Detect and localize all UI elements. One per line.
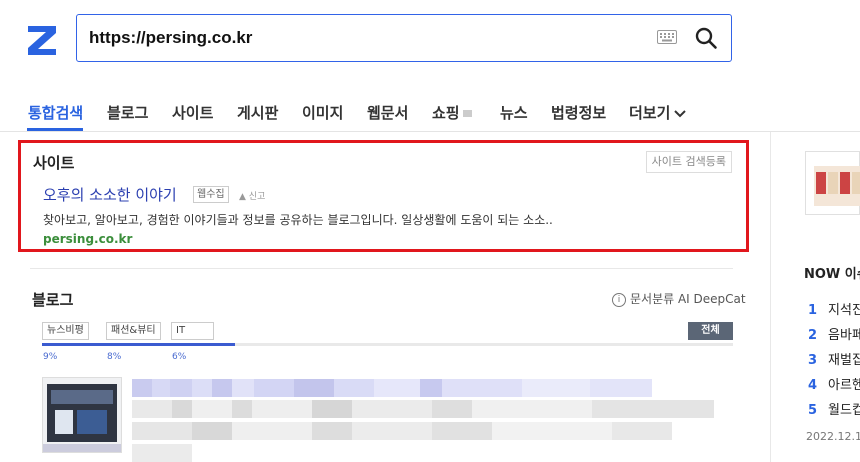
ad-product-image: [814, 166, 860, 206]
site-section: 사이트 사이트 검색등록 오후의 소소한 이야기 웹수집 ▲ 신고 찾아보고, …: [18, 140, 749, 252]
category-progress-fill: [42, 343, 236, 346]
site-register-button[interactable]: 사이트 검색등록: [645, 151, 732, 173]
tab-blog[interactable]: 블로그: [107, 102, 148, 123]
tab-shopping[interactable]: 쇼핑: [432, 102, 472, 123]
rank-text: 지석진: [828, 303, 860, 318]
now-issue-title: NOW 이슈: [804, 267, 860, 282]
blog-section-title: 블로그: [32, 291, 74, 309]
tab-all[interactable]: 통합검색: [28, 102, 83, 123]
category-chip[interactable]: 뉴스비평: [42, 322, 89, 340]
tab-more[interactable]: 더보기: [629, 102, 687, 123]
category-percent: 8%: [107, 352, 122, 362]
site-result-title[interactable]: 오후의 소소한 이야기: [43, 184, 177, 205]
keyboard-icon[interactable]: [657, 30, 677, 44]
tab-more-label: 더보기: [629, 104, 671, 122]
tab-board[interactable]: 게시판: [237, 102, 278, 123]
info-icon: i: [612, 292, 626, 307]
issue-date: 2022.12.1: [806, 430, 860, 443]
chevron-down-icon: [674, 109, 687, 117]
rank-number: 1: [808, 303, 818, 318]
zum-logo[interactable]: [24, 22, 60, 58]
header: [0, 0, 860, 84]
rank-text: 재벌집: [828, 353, 860, 368]
tab-image[interactable]: 이미지: [302, 102, 343, 123]
category-chip[interactable]: IT: [171, 322, 214, 340]
section-title: 사이트: [33, 154, 75, 172]
category-progress: [42, 343, 733, 346]
divider: [30, 268, 733, 269]
tab-law[interactable]: 법령정보: [551, 102, 606, 123]
ad-icon: [462, 110, 472, 117]
rank-text: 아르헨: [828, 378, 860, 393]
category-percent: 9%: [43, 352, 58, 362]
search-icon[interactable]: [694, 26, 718, 50]
issue-rank-item[interactable]: 2 음바페: [808, 324, 860, 343]
issue-rank-item[interactable]: 5 월드컵: [808, 399, 860, 418]
rank-number: 2: [808, 328, 818, 343]
issue-rank-item[interactable]: 3 재벌집: [808, 349, 860, 368]
thumbnail-image: [43, 378, 121, 452]
deepcat-label: 문서분류 AI DeepCat: [630, 292, 746, 306]
rank-number: 5: [808, 403, 818, 418]
category-percent: 6%: [172, 352, 187, 362]
all-categories-button[interactable]: 전체: [688, 322, 733, 340]
search-input[interactable]: [89, 25, 629, 51]
deepcat-link[interactable]: i 문서분류 AI DeepCat: [612, 290, 746, 307]
tab-shopping-label: 쇼핑: [432, 104, 460, 122]
category-chip[interactable]: 패션&뷰티: [106, 322, 161, 340]
site-result-url[interactable]: persing.co.kr: [43, 232, 132, 246]
blog-thumbnail[interactable]: [42, 377, 122, 453]
rank-text: 월드컵: [828, 403, 860, 418]
rank-text: 음바페: [828, 328, 860, 343]
report-label: 신고: [248, 192, 266, 202]
tab-site[interactable]: 사이트: [172, 102, 213, 123]
ad-banner[interactable]: [805, 151, 860, 215]
search-box[interactable]: [76, 14, 732, 62]
search-tabs: 통합검색 블로그 사이트 게시판 이미지 웹문서 쇼핑 뉴스 법령정보 더보기: [0, 84, 860, 132]
web-collect-badge: 웹수집: [193, 186, 229, 203]
site-result-description: 찾아보고, 알아보고, 경험한 이야기들과 정보를 공유하는 블로그입니다. 일…: [43, 213, 553, 227]
rank-number: 3: [808, 353, 818, 368]
tab-webdoc[interactable]: 웹문서: [367, 102, 408, 123]
issue-rank-item[interactable]: 4 아르헨: [808, 374, 860, 393]
tab-news[interactable]: 뉴스: [500, 102, 528, 123]
active-tab-indicator: [27, 128, 83, 131]
rank-number: 4: [808, 378, 818, 393]
issue-rank-item[interactable]: 1 지석진: [808, 299, 860, 318]
report-link[interactable]: ▲ 신고: [239, 189, 265, 202]
